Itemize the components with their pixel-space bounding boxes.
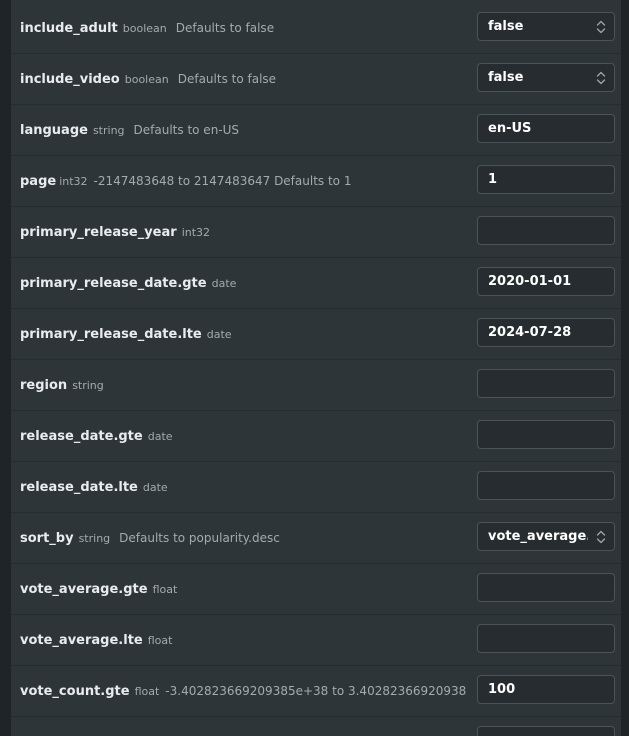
select-value: vote_average.desc <box>488 529 588 544</box>
param-row-primary-release-date-lte: primary_release_date.lte date 2024-07-28 <box>11 309 621 360</box>
param-row-language: language string Defaults to en-US en-US <box>11 105 621 156</box>
include-adult-select[interactable]: false <box>477 12 615 41</box>
param-row-include-video: include_video boolean Defaults to false … <box>11 54 621 105</box>
next-param-input[interactable] <box>477 726 615 736</box>
param-label: vote_average.lte float <box>20 615 466 665</box>
primary-release-date-gte-input[interactable]: 2020-01-01 <box>477 267 615 296</box>
param-type: string <box>78 531 111 545</box>
param-name: region <box>20 377 68 393</box>
param-label: primary_release_date.gte date <box>20 258 466 308</box>
param-name: primary_release_date.lte <box>20 326 202 342</box>
parameter-list: include_adult boolean Defaults to false … <box>11 3 621 736</box>
param-label: include_adult boolean Defaults to false <box>20 3 466 53</box>
release-date-lte-input[interactable] <box>477 471 615 500</box>
param-description: -3.402823669209385e+38 to 3.402823669209… <box>165 684 466 698</box>
param-type: int32 <box>181 225 211 239</box>
param-row-release-date-gte: release_date.gte date <box>11 411 621 462</box>
param-type: string <box>72 378 104 392</box>
param-row-primary-release-date-gte: primary_release_date.gte date 2020-01-01 <box>11 258 621 309</box>
language-input[interactable]: en-US <box>477 114 615 143</box>
param-name: release_date.lte <box>20 479 138 495</box>
param-name: sort_by <box>20 530 74 546</box>
param-row-vote-count-gte: vote_count.gte float -3.402823669209385e… <box>11 666 621 717</box>
param-row-next-partial <box>11 717 621 736</box>
release-date-gte-input[interactable] <box>477 420 615 449</box>
param-name: vote_average.lte <box>20 632 143 648</box>
param-type: date <box>211 276 237 290</box>
chevron-up-down-icon <box>596 71 606 85</box>
param-label: release_date.gte date <box>20 411 466 461</box>
param-row-include-adult: include_adult boolean Defaults to false … <box>11 3 621 54</box>
chevron-up-down-icon <box>596 20 606 34</box>
param-row-vote-average-lte: vote_average.lte float <box>11 615 621 666</box>
param-type: date <box>142 480 168 494</box>
param-label <box>20 717 466 736</box>
param-type: string <box>92 123 125 137</box>
param-label: primary_release_year int32 <box>20 207 466 257</box>
param-name: primary_release_year <box>20 224 177 240</box>
param-label: include_video boolean Defaults to false <box>20 54 466 104</box>
chevron-up-down-icon <box>596 530 606 544</box>
region-input[interactable] <box>477 369 615 398</box>
param-name: vote_count.gte <box>20 683 130 699</box>
param-label: release_date.lte date <box>20 462 466 512</box>
param-row-region: region string <box>11 360 621 411</box>
param-type: float <box>134 684 160 698</box>
param-description: Defaults to popularity.desc <box>119 531 280 545</box>
param-name: page <box>20 173 57 189</box>
param-type: float <box>147 633 173 647</box>
param-label: sort_by string Defaults to popularity.de… <box>20 513 466 563</box>
sort-by-select[interactable]: vote_average.desc <box>477 522 615 551</box>
primary-release-date-lte-input[interactable]: 2024-07-28 <box>477 318 615 347</box>
parameters-panel: include_adult boolean Defaults to false … <box>11 0 621 736</box>
param-row-vote-average-gte: vote_average.gte float <box>11 564 621 615</box>
param-type: int32 <box>59 174 88 188</box>
vote-average-lte-input[interactable] <box>477 624 615 653</box>
param-type: float <box>152 582 178 596</box>
param-label: language string Defaults to en-US <box>20 105 466 155</box>
vote-count-gte-input[interactable]: 100 <box>477 675 615 704</box>
param-type: boolean <box>122 21 167 35</box>
param-description: Defaults to false <box>175 21 275 35</box>
param-name: language <box>20 122 88 138</box>
input-value: en-US <box>488 121 532 136</box>
param-type: date <box>147 429 173 443</box>
param-row-sort-by: sort_by string Defaults to popularity.de… <box>11 513 621 564</box>
primary-release-year-input[interactable] <box>477 216 615 245</box>
param-name: include_adult <box>20 20 118 36</box>
param-label: page int32 -2147483648 to 2147483647 Def… <box>20 156 466 206</box>
input-value: 1 <box>488 172 498 187</box>
input-value: 2020-01-01 <box>488 274 572 289</box>
param-label: region string <box>20 360 466 410</box>
include-video-select[interactable]: false <box>477 63 615 92</box>
param-name: release_date.gte <box>20 428 143 444</box>
param-description: Defaults to en-US <box>133 123 240 137</box>
param-name: primary_release_date.gte <box>20 275 207 291</box>
param-row-release-date-lte: release_date.lte date <box>11 462 621 513</box>
param-label: primary_release_date.lte date <box>20 309 466 359</box>
select-value: false <box>488 70 524 85</box>
page-input[interactable]: 1 <box>477 165 615 194</box>
param-name: vote_average.gte <box>20 581 148 597</box>
param-description: Defaults to false <box>177 72 277 86</box>
param-description: -2147483648 to 2147483647 Defaults to 1 <box>93 174 352 188</box>
select-value: false <box>488 19 524 34</box>
input-value: 2024-07-28 <box>488 325 572 340</box>
param-label: vote_average.gte float <box>20 564 466 614</box>
vote-average-gte-input[interactable] <box>477 573 615 602</box>
param-row-primary-release-year: primary_release_year int32 <box>11 207 621 258</box>
input-value: 100 <box>488 682 516 697</box>
param-label: vote_count.gte float -3.402823669209385e… <box>20 666 466 716</box>
param-type: boolean <box>124 72 169 86</box>
param-name: include_video <box>20 71 120 87</box>
param-type: date <box>206 327 232 341</box>
param-row-page: page int32 -2147483648 to 2147483647 Def… <box>11 156 621 207</box>
